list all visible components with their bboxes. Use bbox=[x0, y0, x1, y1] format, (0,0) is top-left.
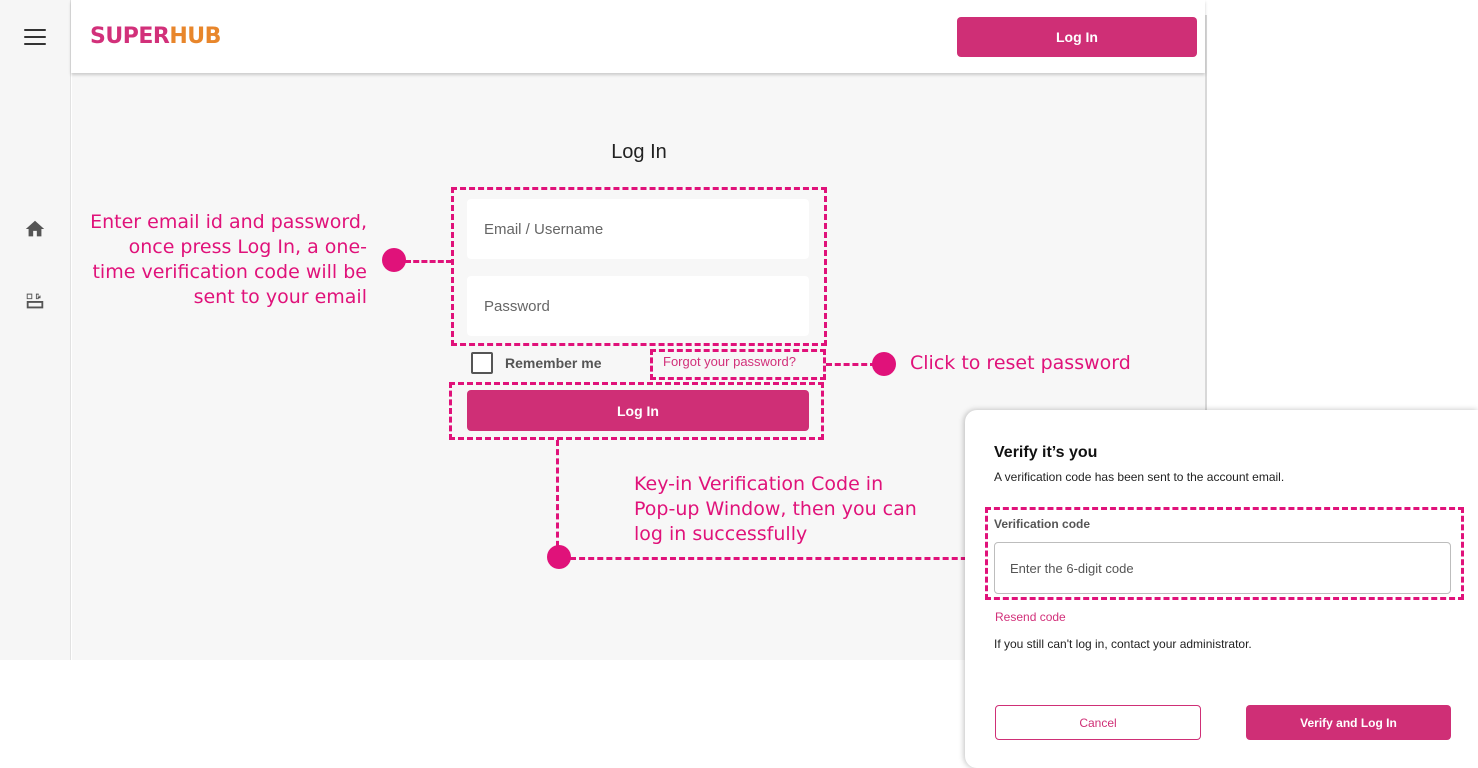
window-divider bbox=[1205, 15, 1207, 410]
hamburger-menu-icon[interactable] bbox=[24, 29, 46, 45]
remember-me-label: Remember me bbox=[505, 355, 602, 371]
verification-code-highlight-box bbox=[985, 507, 1464, 600]
credentials-highlight-box bbox=[451, 187, 827, 346]
reset-annotation-text: Click to reset password bbox=[910, 352, 1131, 374]
remember-me-row[interactable]: Remember me bbox=[471, 352, 602, 374]
verify-modal-title: Verify it’s you bbox=[994, 444, 1098, 461]
credentials-connector-line bbox=[405, 260, 452, 263]
cancel-button[interactable]: Cancel bbox=[995, 705, 1201, 740]
verify-connector-horizontal bbox=[570, 557, 985, 560]
home-icon[interactable] bbox=[24, 218, 46, 240]
verify-annotation-text: Key-in Verification Code in Pop-up Windo… bbox=[634, 473, 917, 545]
remember-me-checkbox[interactable] bbox=[471, 352, 493, 374]
left-nav-rail bbox=[0, 0, 71, 660]
header-login-button[interactable]: Log In bbox=[957, 17, 1197, 57]
credentials-annotation-dot bbox=[382, 248, 406, 272]
forgot-password-highlight-box bbox=[650, 349, 826, 380]
reset-annotation-dot bbox=[872, 352, 896, 376]
login-page-title: Log In bbox=[611, 141, 667, 163]
superhub-logo[interactable]: SUPERHUB bbox=[90, 24, 221, 49]
credentials-annotation-text: Enter email id and password, once press … bbox=[90, 211, 367, 308]
resend-code-link[interactable]: Resend code bbox=[995, 610, 1066, 624]
login-button-highlight-box bbox=[449, 382, 824, 440]
verify-modal-subtitle: A verification code has been sent to the… bbox=[994, 470, 1285, 484]
verify-annotation-dot bbox=[547, 545, 571, 569]
verify-connector-vertical bbox=[556, 440, 559, 556]
verify-help-text: If you still can't log in, contact your … bbox=[994, 637, 1252, 651]
reset-connector-line bbox=[826, 363, 876, 366]
top-app-bar: SUPERHUB Log In bbox=[71, 0, 1205, 73]
gift-box-icon[interactable] bbox=[24, 290, 46, 312]
verify-and-login-button[interactable]: Verify and Log In bbox=[1246, 705, 1451, 740]
